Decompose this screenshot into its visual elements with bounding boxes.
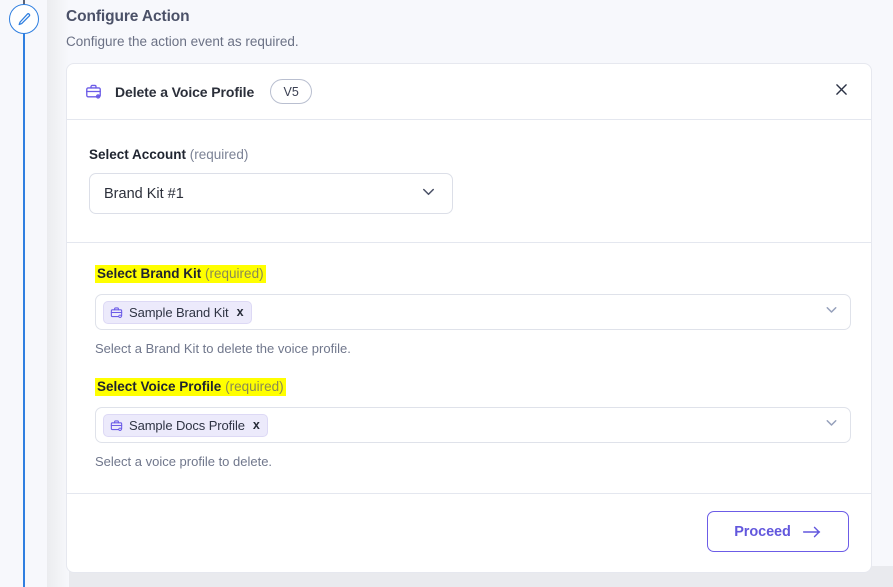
- voice-profile-chip[interactable]: Sample Docs Profile x: [103, 413, 268, 437]
- proceed-button[interactable]: Proceed: [707, 511, 849, 552]
- select-account-value: Brand Kit #1: [104, 185, 184, 202]
- field-spacer: [95, 356, 849, 378]
- select-brand-kit-dropdown[interactable]: Sample Brand Kit x: [95, 294, 851, 330]
- version-badge: V5: [270, 79, 313, 104]
- select-brand-kit-required-text: (required): [205, 266, 264, 281]
- select-account-section: Select Account (required) Brand Kit #1: [67, 120, 871, 243]
- chevron-down-icon: [823, 301, 840, 323]
- card-title: Delete a Voice Profile: [115, 83, 255, 100]
- select-voice-profile-label: Select Voice Profile (required): [95, 378, 286, 396]
- timeline-line-bottom: [23, 33, 25, 587]
- select-brand-kit-label: Select Brand Kit (required): [95, 265, 266, 283]
- page-header: Configure Action Configure the action ev…: [66, 8, 299, 49]
- brand-kit-chip-label: Sample Brand Kit: [129, 304, 229, 320]
- briefcase-icon: [110, 419, 123, 432]
- proceed-button-label: Proceed: [734, 523, 791, 540]
- close-icon: [833, 81, 850, 103]
- brand-kit-chip-remove-icon[interactable]: x: [237, 306, 244, 319]
- select-brand-kit-label-text: Select Brand Kit: [97, 266, 202, 281]
- voice-profile-chip-remove-icon[interactable]: x: [253, 419, 260, 432]
- select-voice-profile-label-text: Select Voice Profile: [97, 379, 222, 394]
- select-account-label: Select Account (required): [89, 147, 248, 162]
- timeline-rail: [0, 0, 47, 587]
- chevron-down-icon: [419, 182, 438, 206]
- configure-action-card: Delete a Voice Profile V5 Select Account…: [66, 63, 872, 573]
- voice-profile-chip-label: Sample Docs Profile: [129, 417, 245, 433]
- page-subtitle: Configure the action event as required.: [66, 34, 299, 49]
- select-account-label-text: Select Account: [89, 147, 187, 162]
- brand-kit-chip[interactable]: Sample Brand Kit x: [103, 300, 252, 324]
- fields-section: Select Brand Kit (required) Sample Brand…: [67, 243, 871, 494]
- select-account-dropdown[interactable]: Brand Kit #1: [89, 173, 453, 214]
- card-footer: Proceed: [67, 494, 871, 572]
- select-voice-profile-required-text: (required): [225, 379, 284, 394]
- briefcase-icon: [85, 83, 102, 100]
- select-voice-profile-dropdown[interactable]: Sample Docs Profile x: [95, 407, 851, 443]
- brand-kit-help-text: Select a Brand Kit to delete the voice p…: [95, 341, 351, 356]
- chevron-down-icon: [823, 414, 840, 436]
- select-account-required-text: (required): [189, 147, 249, 162]
- pencil-edit-icon: [17, 12, 32, 27]
- card-header: Delete a Voice Profile V5: [67, 64, 871, 120]
- briefcase-icon: [110, 306, 123, 319]
- timeline-edit-node[interactable]: [9, 4, 39, 34]
- page-title: Configure Action: [66, 8, 190, 25]
- voice-profile-help-text: Select a voice profile to delete.: [95, 454, 273, 469]
- arrow-right-icon: [802, 525, 822, 539]
- close-button[interactable]: [827, 78, 855, 106]
